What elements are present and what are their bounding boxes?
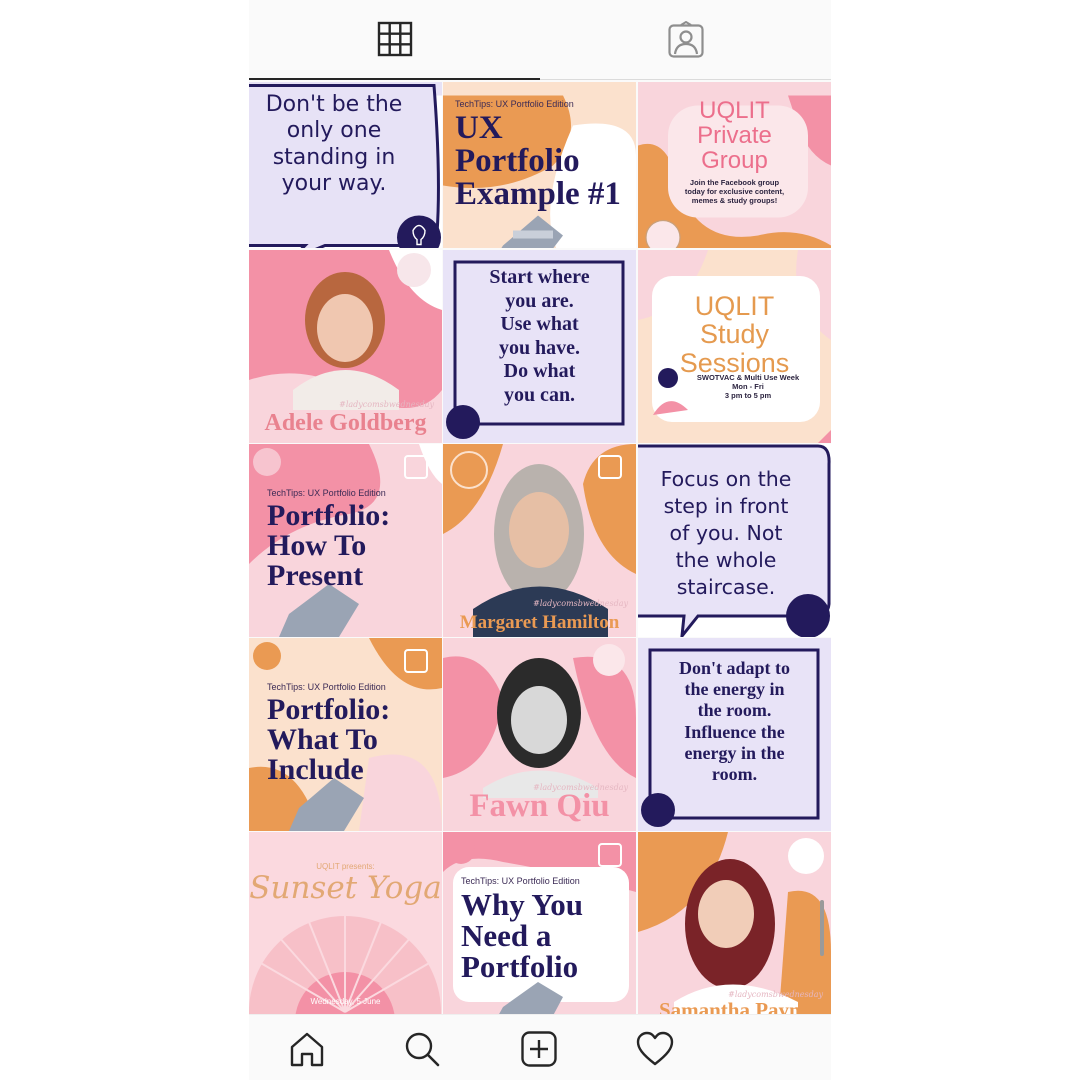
post-quote-adapt-energy[interactable]: Don't adapt to the energy in the room. I… bbox=[638, 638, 831, 831]
nav-activity-button[interactable] bbox=[635, 1029, 675, 1069]
quote-line: room. bbox=[711, 764, 758, 785]
quote-line: the room. bbox=[697, 700, 772, 721]
post-title-line: Present bbox=[267, 559, 364, 592]
hashtag: #ladycomsbwednesday bbox=[728, 990, 823, 999]
post-body-line: Mon - Fri bbox=[732, 382, 764, 391]
tab-tagged[interactable] bbox=[540, 0, 831, 80]
nav-new-post-button[interactable] bbox=[519, 1029, 559, 1069]
post-title-line: Group bbox=[701, 147, 768, 175]
post-quote-focus-step[interactable]: Focus on the step in front of you. Not t… bbox=[638, 444, 831, 637]
quote-line: you can. bbox=[503, 383, 576, 406]
quote-line: only one bbox=[286, 118, 382, 144]
quote-line: you are. bbox=[505, 289, 574, 312]
quote-line: the whole bbox=[675, 548, 777, 573]
quote-line: Focus on the bbox=[660, 467, 792, 491]
post-title-line: Portfolio bbox=[461, 949, 579, 984]
post-uqlit-private-group[interactable]: UQLIT Private Group Join the Facebook gr… bbox=[638, 82, 831, 248]
quote-line: Start where bbox=[489, 266, 590, 288]
post-title-line: Example #1 bbox=[455, 176, 621, 212]
post-title-line: UQLIT bbox=[694, 291, 775, 321]
quote-line: step in front bbox=[663, 494, 789, 519]
post-title-line: Include bbox=[267, 753, 364, 786]
post-ux-portfolio-example[interactable]: TechTips: UX Portfolio Edition UX Portfo… bbox=[443, 82, 636, 248]
post-kicker: TechTips: UX Portfolio Edition bbox=[267, 682, 386, 692]
scrollbar[interactable] bbox=[820, 900, 824, 956]
post-title-line: What To bbox=[267, 723, 378, 756]
home-icon bbox=[290, 1032, 324, 1067]
quote-line: Use what bbox=[500, 313, 579, 336]
hashtag: #ladycomsbwednesday bbox=[339, 400, 434, 409]
post-title-line: UX bbox=[455, 110, 503, 146]
event-date: Wednesday, 5 June bbox=[310, 997, 381, 1006]
post-why-you-need-portfolio[interactable]: TechTips: UX Portfolio Edition Why You N… bbox=[443, 832, 636, 1014]
post-portfolio-how-to-present[interactable]: TechTips: UX Portfolio Edition Portfolio… bbox=[249, 444, 442, 637]
post-body-line: memes & study groups! bbox=[691, 196, 778, 205]
profile-tabs bbox=[249, 0, 831, 82]
quote-line: of you. Not bbox=[669, 521, 783, 546]
quote-line: standing in bbox=[272, 144, 396, 170]
post-samantha-payne[interactable]: Samantha Payne #ladycomsbwednesday bbox=[638, 832, 831, 1014]
post-title: Sunset Yoga bbox=[249, 870, 442, 906]
quote-line: Influence the bbox=[684, 721, 785, 742]
grid-icon bbox=[377, 21, 412, 57]
plus-square-icon bbox=[521, 1031, 557, 1067]
post-title-line: Portfolio: bbox=[267, 499, 391, 532]
post-kicker: TechTips: UX Portfolio Edition bbox=[461, 876, 580, 886]
quote-line: energy in the bbox=[684, 742, 785, 763]
post-body-line: 3 pm to 5 pm bbox=[724, 391, 772, 400]
phone-screen: Don't be the only one standing in your w… bbox=[249, 0, 831, 1080]
post-title-line: How To bbox=[267, 529, 367, 562]
post-title-line: Portfolio bbox=[455, 143, 580, 179]
post-kicker: TechTips: UX Portfolio Edition bbox=[455, 99, 574, 109]
post-title-line: UQLIT bbox=[699, 97, 770, 124]
quote-line: Don't adapt to bbox=[678, 658, 790, 678]
post-fawn-qiu[interactable]: Fawn Qiu #ladycomsbwednesday bbox=[443, 638, 636, 831]
sunset-illustration bbox=[249, 832, 442, 1014]
post-title-line: Private bbox=[697, 122, 772, 150]
quote-line: you have. bbox=[498, 336, 581, 359]
post-kicker: TechTips: UX Portfolio Edition bbox=[267, 488, 386, 498]
portrait-background bbox=[443, 444, 636, 637]
post-quote-standing[interactable]: Don't be the only one standing in your w… bbox=[249, 82, 442, 248]
nav-search-button[interactable] bbox=[402, 1029, 442, 1069]
nav-home-button[interactable] bbox=[287, 1029, 327, 1069]
post-sunset-yoga[interactable]: UQLIT presents: Sunset Yoga Wednesday, 5… bbox=[249, 832, 442, 1014]
post-title-line: Portfolio: bbox=[267, 693, 391, 726]
post-adele-goldberg[interactable]: Adele Goldberg #ladycomsbwednesday bbox=[249, 250, 442, 443]
post-title-line: Need a bbox=[461, 918, 552, 953]
heart-icon bbox=[636, 1031, 674, 1066]
quote-line: staircase. bbox=[676, 575, 776, 600]
person-name: Adele Goldberg bbox=[264, 410, 427, 436]
quote-line: the energy in bbox=[684, 679, 785, 700]
tagged-person-icon bbox=[667, 20, 704, 58]
search-icon bbox=[405, 1032, 440, 1067]
posts-grid: Don't be the only one standing in your w… bbox=[249, 82, 831, 1014]
hashtag: #ladycomsbwednesday bbox=[533, 599, 628, 608]
post-title-line: Why You bbox=[461, 887, 584, 922]
post-uqlit-study-sessions[interactable]: UQLIT Study Sessions SWOTVAC & Multi Use… bbox=[638, 250, 831, 443]
person-name: Fawn Qiu bbox=[469, 788, 610, 824]
quote-line: your way. bbox=[281, 171, 387, 197]
person-name: Samantha Payne bbox=[658, 998, 811, 1014]
bottom-nav bbox=[249, 1014, 831, 1080]
post-body-line: Join the Facebook group bbox=[689, 178, 780, 187]
portrait-background bbox=[638, 832, 831, 1014]
post-body-line: SWOTVAC & Multi Use Week bbox=[696, 373, 800, 382]
post-body-line: today for exclusive content, bbox=[684, 187, 785, 196]
quote-line: Do what bbox=[503, 360, 576, 383]
post-portfolio-what-to-include[interactable]: TechTips: UX Portfolio Edition Portfolio… bbox=[249, 638, 442, 831]
person-name: Margaret Hamilton bbox=[459, 612, 620, 633]
hashtag: #ladycomsbwednesday bbox=[533, 783, 628, 792]
tab-posts-grid[interactable] bbox=[249, 0, 540, 80]
quote-line: Don't be the bbox=[265, 92, 403, 117]
post-margaret-hamilton[interactable]: Margaret Hamilton #ladycomsbwednesday bbox=[443, 444, 636, 637]
post-quote-start-where[interactable]: Start where you are. Use what you have. … bbox=[443, 250, 636, 443]
post-title-line: Study bbox=[699, 319, 770, 350]
